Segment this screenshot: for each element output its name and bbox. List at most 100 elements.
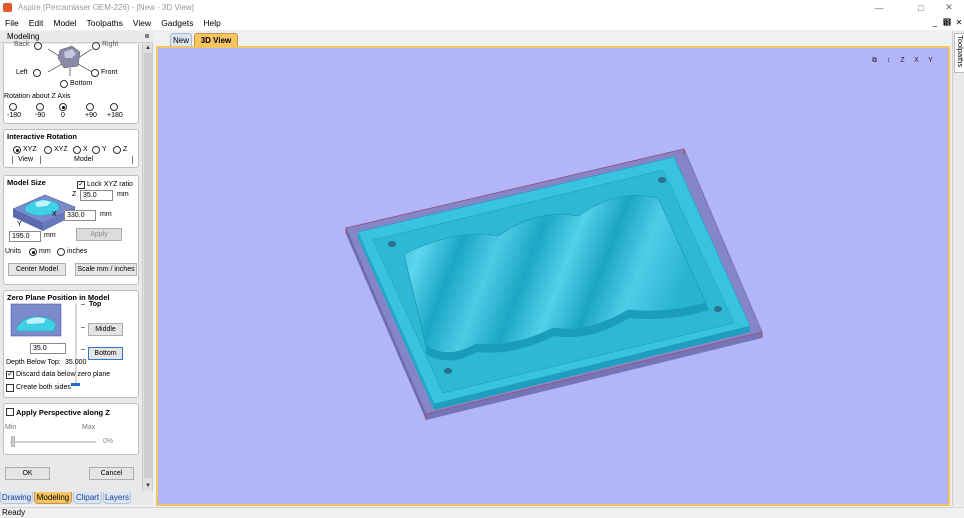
zero-plane-top-marker: –	[81, 301, 85, 308]
zero-plane-slider-thumb[interactable]	[71, 383, 80, 386]
rotation-model-label: Model	[74, 156, 94, 163]
rotation-model-y-label: Y	[102, 146, 107, 153]
hole-bottom-left	[444, 368, 452, 374]
view-z-icon[interactable]: Z	[896, 53, 909, 66]
window-title: Aspire (Percamlaser OEM-226) - [New - 3D…	[18, 3, 194, 12]
scroll-thumb[interactable]	[144, 53, 152, 478]
perspective-section: Apply Perspective along Z Min Max 0%	[3, 403, 139, 455]
3d-viewport[interactable]	[156, 46, 950, 506]
apply-perspective-checkbox[interactable]	[6, 408, 14, 416]
orient-front-label: Front	[101, 69, 118, 76]
orient-back-label: Back	[14, 41, 30, 48]
rotation-model-xyz-radio[interactable]	[44, 146, 52, 154]
orientation-section: Back Right Left Front Bottom Rotation ab…	[3, 41, 139, 124]
model-size-section: Model Size ✓ Lock XYZ ratio Z 35.0 mm X …	[3, 175, 139, 285]
tab-layers[interactable]: Layers	[103, 492, 131, 504]
rotation-plus180-radio[interactable]	[110, 103, 118, 111]
x-size-input[interactable]: 330.0	[64, 210, 96, 221]
toolpaths-tab[interactable]: Toolpaths	[954, 33, 964, 73]
mdi-minimize-button[interactable]: _	[930, 18, 940, 27]
zero-plane-bottom-button[interactable]: Bottom	[88, 347, 123, 360]
perspective-min-label: Min	[5, 424, 17, 431]
title-bar: Aspire (Percamlaser OEM-226) - [New - 3D…	[0, 0, 964, 15]
apply-button[interactable]: Apply	[76, 228, 122, 241]
view-x-icon[interactable]: X	[910, 53, 923, 66]
rotation-minus90-label: -90	[35, 112, 46, 119]
z-size-input[interactable]: 35.0	[80, 190, 113, 201]
hole-bottom-right	[714, 306, 722, 312]
menu-gadgets[interactable]: Gadgets	[156, 18, 198, 28]
discard-data-checkbox[interactable]: ✓	[6, 371, 14, 379]
iso-view-icon[interactable]: ↕	[882, 53, 895, 66]
scroll-up-icon[interactable]: ▲	[143, 43, 153, 53]
zero-plane-value-input[interactable]: 35.0	[30, 343, 66, 354]
scale-units-button[interactable]: Scale mm / inches	[75, 263, 137, 276]
perspective-slider-thumb[interactable]	[11, 436, 15, 447]
perspective-value: 0%	[103, 438, 114, 445]
depth-below-top-value: 35.000	[65, 359, 87, 366]
modeling-panel: Modeling ⩎ Back Right Left Front Bottom …	[0, 31, 153, 491]
interactive-rotation-title: Interactive Rotation	[7, 132, 78, 141]
zero-plane-middle-marker: –	[81, 324, 85, 331]
menu-toolpaths[interactable]: Toolpaths	[82, 18, 128, 28]
view-y-icon[interactable]: Y	[924, 53, 937, 66]
toolpaths-tab-label: Toolpaths	[956, 35, 964, 68]
menu-view[interactable]: View	[128, 18, 156, 28]
menu-model[interactable]: Model	[48, 18, 81, 28]
car-orientation-icon	[47, 45, 93, 76]
cancel-button[interactable]: Cancel	[89, 467, 134, 480]
rotation-minus180-label: -180	[7, 112, 22, 119]
zero-plane-car-icon	[10, 303, 62, 337]
menu-file[interactable]: File	[0, 18, 24, 28]
units-mm-radio[interactable]	[29, 248, 37, 256]
mdi-close-button[interactable]: ✕	[954, 18, 964, 27]
tab-drawing[interactable]: Drawing	[0, 492, 33, 504]
ok-button[interactable]: OK	[5, 467, 50, 480]
menu-edit[interactable]: Edit	[24, 18, 49, 28]
rotation-model-y-radio[interactable]	[92, 146, 100, 154]
rotation-minus180-radio[interactable]	[9, 103, 17, 111]
mdi-restore-button[interactable]: ๾	[942, 18, 952, 27]
orient-front-radio[interactable]	[91, 69, 99, 77]
close-button[interactable]: ✕	[936, 0, 962, 15]
tab-clipart[interactable]: Clipart	[73, 492, 102, 504]
lock-ratio-checkbox[interactable]: ✓	[77, 181, 85, 189]
scroll-down-icon[interactable]: ▼	[143, 481, 153, 491]
units-label: Units	[5, 248, 21, 255]
orient-left-radio[interactable]	[33, 69, 41, 77]
units-inches-radio[interactable]	[57, 248, 65, 256]
create-both-sides-label: Create both sides	[16, 384, 71, 391]
menu-help[interactable]: Help	[198, 18, 225, 28]
orient-right-label: Right	[102, 41, 119, 48]
rotation-0-radio[interactable]	[59, 103, 67, 111]
panel-scrollbar[interactable]: ▲ ▼	[142, 43, 152, 491]
pin-icon[interactable]: ⩎	[145, 31, 149, 43]
zoom-extents-icon[interactable]: ⧉	[868, 53, 881, 66]
model-size-title: Model Size	[7, 178, 46, 187]
depth-below-top-label: Depth Below Top:	[6, 359, 61, 366]
create-both-sides-checkbox[interactable]	[6, 384, 14, 392]
tab-3d-view[interactable]: 3D View	[194, 33, 238, 46]
center-model-button[interactable]: Center Model	[8, 263, 66, 276]
perspective-slider-track[interactable]	[10, 441, 96, 443]
rotation-0-label: 0	[61, 112, 65, 119]
y-size-input[interactable]: 195.0	[9, 231, 41, 242]
x-unit-label: mm	[100, 211, 112, 218]
model-divider-end	[132, 156, 133, 164]
rotation-model-z-label: Z	[123, 146, 128, 153]
tab-new[interactable]: New	[170, 33, 192, 46]
mdi-controls: _ ๾ ✕	[928, 15, 964, 30]
maximize-button[interactable]: □	[908, 0, 934, 15]
orient-bottom-radio[interactable]	[60, 80, 68, 88]
zero-plane-middle-button[interactable]: Middle	[88, 323, 123, 336]
tab-modeling[interactable]: Modeling	[34, 492, 72, 504]
rotation-view-xyz-radio[interactable]	[13, 146, 21, 154]
rotation-model-x-label: X	[83, 146, 88, 153]
zero-plane-section: Zero Plane Position in Model – Top – Mid…	[3, 290, 139, 398]
rotation-model-x-radio[interactable]	[73, 146, 81, 154]
rotation-model-z-radio[interactable]	[113, 146, 121, 154]
minimize-button[interactable]: —	[866, 0, 892, 15]
orient-back-radio[interactable]	[34, 42, 42, 50]
rotation-minus90-radio[interactable]	[36, 103, 44, 111]
rotation-plus90-radio[interactable]	[86, 103, 94, 111]
